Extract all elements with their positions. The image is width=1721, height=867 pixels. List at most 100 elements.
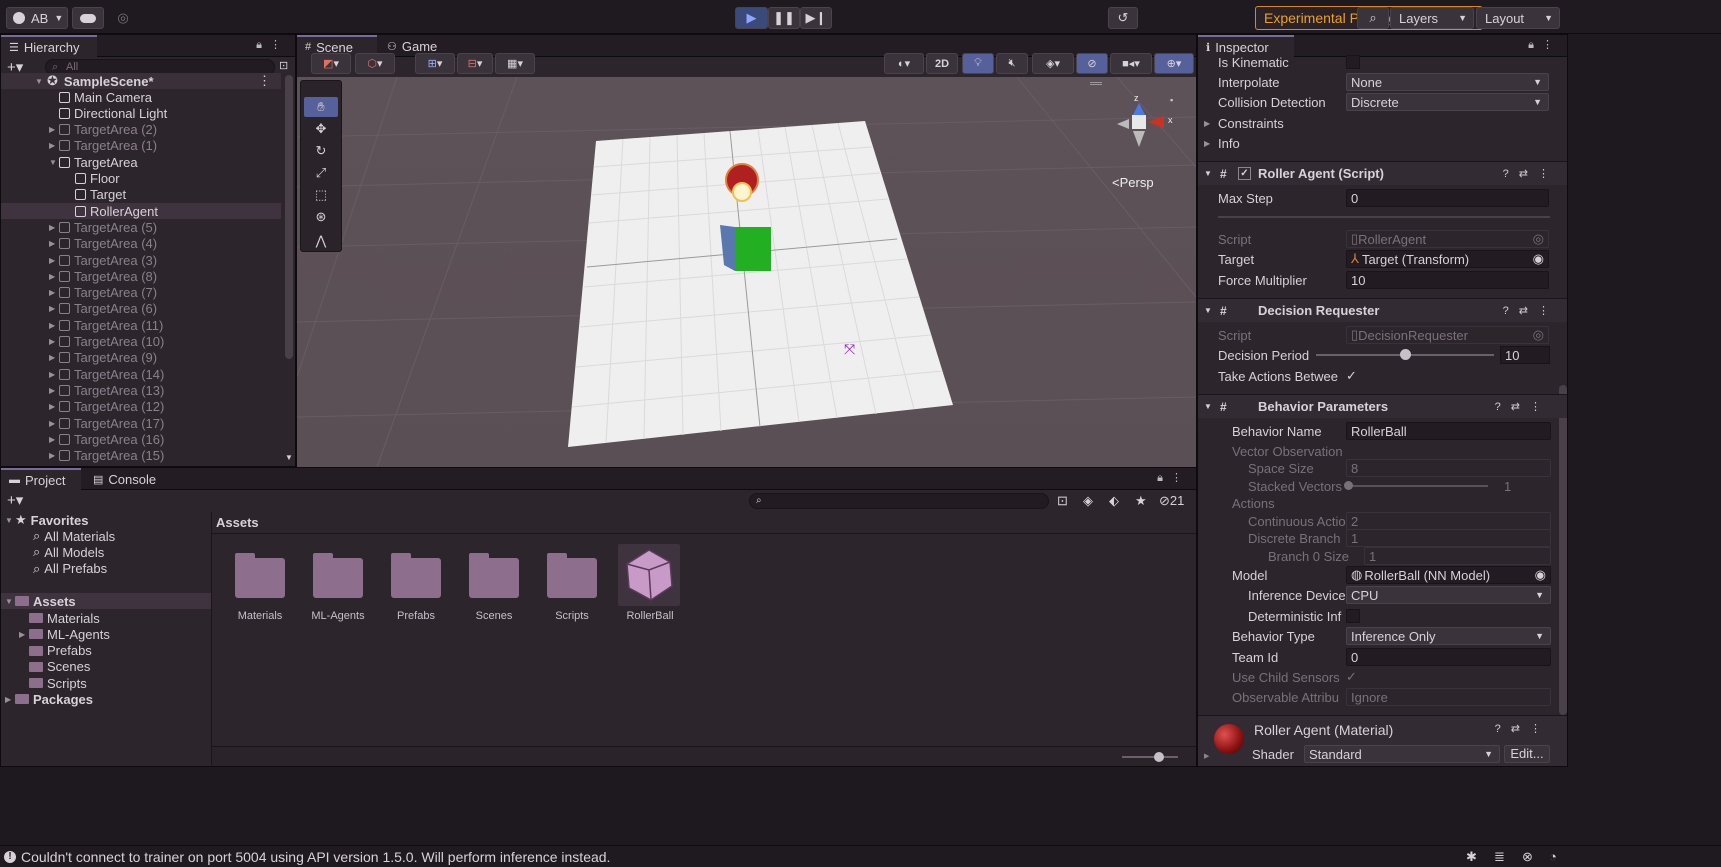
hierarchy-item[interactable]: Floor bbox=[1, 171, 281, 187]
cache-server-icon[interactable]: ≣ bbox=[1494, 849, 1505, 865]
scene-viewport[interactable]: ⤧ ✋︎ ✥ ↻ ⤢ ⬚ ⊛ ⋀ z x ▪ <Persp bbox=[297, 77, 1196, 467]
scroll-down-icon[interactable]: ▼ bbox=[285, 453, 293, 462]
gizmo-y-arrow[interactable] bbox=[1133, 103, 1145, 115]
tab-project[interactable]: ▬ Project bbox=[1, 468, 81, 490]
chevron-right-icon[interactable]: ▶ bbox=[49, 223, 59, 232]
search-by-type-icon[interactable]: ⊡ bbox=[1057, 493, 1068, 509]
effects-dropdown[interactable]: ◈ ▾ bbox=[1032, 53, 1074, 74]
history-button[interactable]: ↺ bbox=[1108, 7, 1138, 29]
gizmo-x-arrow[interactable] bbox=[1148, 116, 1164, 128]
asset-tree-folder[interactable]: Prefabs bbox=[19, 643, 92, 659]
panel-options-icons[interactable]: 🔒︎⋮ bbox=[1528, 38, 1561, 52]
roller-agent-cube[interactable] bbox=[735, 227, 771, 271]
increment-snap-dropdown[interactable]: ⊟ ▾ bbox=[457, 53, 493, 74]
chevron-right-icon[interactable]: ▶ bbox=[49, 288, 59, 297]
search-button[interactable]: ⌕ bbox=[1357, 7, 1389, 29]
panel-options-icons[interactable]: 🔒︎⋮ bbox=[256, 38, 289, 52]
shading-mode-dropdown[interactable]: ◐ ▾ bbox=[884, 53, 924, 74]
scene-row[interactable]: ▼ ✪ SampleScene* ⋮ bbox=[1, 73, 281, 89]
chevron-right-icon[interactable]: ▶ bbox=[49, 402, 59, 411]
object-picker-icon[interactable]: ◉ bbox=[1535, 567, 1546, 583]
cloud-button[interactable] bbox=[72, 7, 104, 29]
hierarchy-item[interactable]: ▶ TargetArea (15) bbox=[1, 448, 281, 464]
hierarchy-item[interactable]: RollerAgent bbox=[1, 203, 281, 220]
add-icon[interactable]: +▾ bbox=[7, 491, 23, 509]
hierarchy-item[interactable]: ▶ TargetArea (14) bbox=[1, 366, 281, 382]
model-field[interactable]: ◍ RollerBall (NN Model) ◉ bbox=[1346, 566, 1551, 584]
favorite-item[interactable]: ⌕ All Materials bbox=[33, 528, 115, 544]
account-dropdown[interactable]: AB ▼ bbox=[6, 7, 68, 29]
target-field[interactable]: ⅄ Target (Transform) ◉ bbox=[1346, 250, 1549, 268]
shader-dropdown[interactable]: Standard ▼ bbox=[1304, 745, 1500, 763]
object-picker-icon[interactable]: ◉ bbox=[1533, 251, 1544, 267]
hierarchy-scrollbar[interactable] bbox=[285, 75, 293, 359]
hidden-packages-toggle[interactable]: ⊘21 bbox=[1159, 493, 1184, 509]
asset-item[interactable]: Scenes bbox=[454, 544, 534, 624]
edit-shader-button[interactable]: Edit... bbox=[1504, 745, 1550, 763]
assets-folder[interactable]: ▼ Assets bbox=[1, 593, 211, 609]
slider-knob[interactable] bbox=[1154, 752, 1164, 762]
hand-tool-icon[interactable]: ✋︎ bbox=[304, 97, 338, 117]
hierarchy-item[interactable]: ▶ TargetArea (1) bbox=[1, 138, 281, 154]
asset-tree-folder[interactable]: Scripts bbox=[19, 675, 87, 691]
breadcrumb-assets[interactable]: Assets bbox=[216, 515, 259, 530]
hierarchy-item[interactable]: Target bbox=[1, 187, 281, 203]
move-tool-icon[interactable]: ✥ bbox=[304, 119, 338, 139]
chevron-right-icon[interactable]: ▶ bbox=[49, 239, 59, 248]
play-button[interactable]: ▶ bbox=[735, 7, 768, 29]
hierarchy-item[interactable]: ▶ TargetArea (6) bbox=[1, 301, 281, 317]
step-button[interactable]: ▶❙ bbox=[800, 7, 832, 29]
hierarchy-item[interactable]: ▶ TargetArea (3) bbox=[1, 252, 281, 268]
hierarchy-item[interactable]: ▶ TargetArea (10) bbox=[1, 334, 281, 350]
hierarchy-item[interactable]: ▶ TargetArea (9) bbox=[1, 350, 281, 366]
more-options-icon[interactable]: ⋮ bbox=[258, 73, 271, 89]
chevron-right-icon[interactable]: ▶ bbox=[19, 630, 29, 639]
search-by-label-icon[interactable]: ◈ bbox=[1083, 493, 1093, 509]
component-menu-icons[interactable]: ?⇄⋮ bbox=[1503, 167, 1559, 180]
collision-dropdown[interactable]: Discrete ▼ bbox=[1346, 93, 1549, 111]
chevron-right-icon[interactable]: ▶ bbox=[49, 419, 59, 428]
gizmos-dropdown[interactable]: ⊕ ▾ bbox=[1154, 53, 1194, 74]
chevron-right-icon[interactable]: ▶ bbox=[1204, 752, 1209, 760]
favorite-item[interactable]: ⌕ All Models bbox=[33, 544, 104, 560]
scale-tool-icon[interactable]: ⤢ bbox=[304, 163, 338, 183]
info-foldout[interactable]: ▶ Info bbox=[1198, 133, 1567, 153]
tag-icon[interactable]: ⬖ bbox=[1109, 493, 1119, 509]
projection-label[interactable]: <Persp bbox=[1112, 175, 1154, 190]
rotate-tool-icon[interactable]: ↻ bbox=[304, 141, 338, 161]
overlay-handle-icon[interactable] bbox=[1090, 82, 1102, 85]
favorites-foldout[interactable]: ▼ ★ Favorites bbox=[5, 512, 88, 528]
asset-tree-folder[interactable]: ▶ ML-Agents bbox=[19, 626, 110, 642]
render-mode-dropdown[interactable]: ⬡ ▾ bbox=[355, 53, 395, 74]
chevron-right-icon[interactable]: ▶ bbox=[49, 256, 59, 265]
tab-console[interactable]: ▤ Console bbox=[85, 468, 165, 490]
gizmo-neg-arrow[interactable] bbox=[1133, 131, 1145, 147]
auto-generate-lighting-icon[interactable]: ⊗ bbox=[1522, 849, 1533, 865]
project-search-input[interactable]: ⌕ bbox=[749, 493, 1049, 509]
hierarchy-item[interactable]: ▶ TargetArea (5) bbox=[1, 219, 281, 235]
hierarchy-item[interactable]: ▶ TargetArea (11) bbox=[1, 317, 281, 333]
is-kinematic-checkbox[interactable] bbox=[1346, 55, 1360, 69]
progress-icon[interactable]: ◔ bbox=[1549, 849, 1557, 864]
chevron-right-icon[interactable]: ▶ bbox=[49, 435, 59, 444]
team-id-field[interactable]: 0 bbox=[1346, 648, 1551, 666]
zoom-slider[interactable] bbox=[1122, 752, 1178, 762]
slider-knob[interactable] bbox=[1400, 349, 1411, 360]
interpolate-dropdown[interactable]: None ▼ bbox=[1346, 73, 1549, 91]
component-menu-icons[interactable]: ?⇄⋮ bbox=[1503, 304, 1559, 317]
asset-item[interactable]: Materials bbox=[220, 544, 300, 624]
behavior-parameters-header[interactable]: ▼ # Behavior Parameters ?⇄⋮ bbox=[1198, 394, 1567, 418]
floor-plane[interactable] bbox=[568, 121, 953, 447]
chevron-right-icon[interactable]: ▶ bbox=[49, 370, 59, 379]
behavior-type-dropdown[interactable]: Inference Only ▼ bbox=[1346, 627, 1551, 645]
asset-tree-folder[interactable]: Scenes bbox=[19, 659, 90, 675]
hierarchy-item[interactable]: ▶ TargetArea (16) bbox=[1, 431, 281, 447]
asset-item[interactable]: Prefabs bbox=[376, 544, 456, 624]
enabled-checkbox[interactable]: ✓ bbox=[1238, 167, 1251, 180]
toggle-2d-button[interactable]: 2D bbox=[926, 53, 958, 74]
hierarchy-item[interactable]: ▶ TargetArea (13) bbox=[1, 382, 281, 398]
chevron-down-icon[interactable]: ▼ bbox=[49, 158, 59, 167]
custom-tool-icon[interactable]: ⋀ bbox=[304, 231, 338, 251]
lock-icon[interactable]: ▪ bbox=[1170, 95, 1173, 105]
roller-agent-header[interactable]: ▼ # ✓ Roller Agent (Script) ?⇄⋮ bbox=[1198, 161, 1567, 185]
